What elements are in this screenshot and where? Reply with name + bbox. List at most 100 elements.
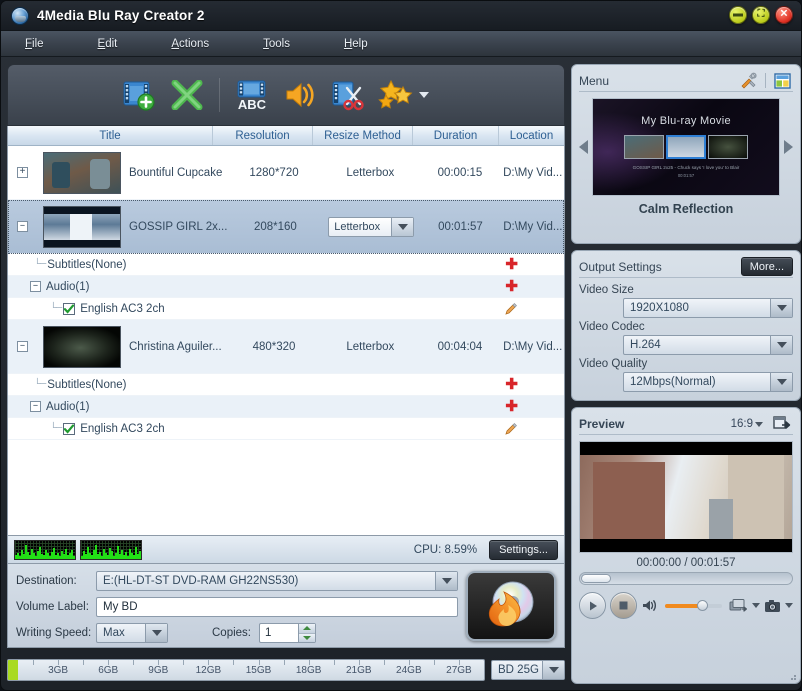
audio-track-button[interactable] [277,72,323,118]
column-location[interactable]: Location [499,126,564,145]
destination-select[interactable]: E:(HL-DT-ST DVD-RAM GH22NS530) [96,571,458,591]
close-button[interactable]: ✕ [775,6,793,24]
red-plus-icon[interactable]: ✚ [505,399,518,414]
red-plus-icon[interactable]: ✚ [505,257,518,272]
row-expander[interactable]: + [17,167,28,178]
video-codec-caret[interactable] [770,336,792,354]
audio-track-checkbox[interactable] [63,303,75,315]
resize-method-select[interactable]: Letterbox [328,217,414,237]
pencil-edit-icon[interactable] [504,422,518,436]
settings-button[interactable]: Settings... [489,540,558,560]
audio-group-expander[interactable]: – [30,401,41,412]
effects-dropdown-caret[interactable] [419,92,429,98]
row-resize-method[interactable]: Letterbox [322,320,418,373]
video-codec-select[interactable]: H.264 [623,335,793,355]
aspect-ratio-value[interactable]: 16:9 [731,418,753,430]
menu-screen-preview[interactable]: My Blu-ray Movie GOSSIP GIRL 2x25 - Chuc… [592,98,780,196]
menu-actions[interactable]: Actions [161,35,219,53]
list-item[interactable]: └─ English AC3 2ch [8,298,564,320]
list-item[interactable]: └─ Subtitles(None) ✚ [8,374,564,396]
volume-label-input[interactable]: My BD [96,597,458,617]
play-button[interactable] [579,592,606,619]
seek-slider[interactable] [579,572,793,585]
speed-copies-row: Writing Speed: Max Copies: 1 [16,623,458,643]
output-settings-panel: Output Settings More... Video Size 1920X… [571,250,801,401]
list-item[interactable]: └─ Subtitles(None) ✚ [8,254,564,276]
maximize-button[interactable]: ⛶ [752,6,770,24]
remove-file-button[interactable] [164,72,210,118]
copies-stepper[interactable]: 1 [259,623,316,643]
pencil-edit-icon[interactable] [504,302,518,316]
row-expander[interactable]: – [17,221,28,232]
camera-icon[interactable] [764,597,781,615]
arrow-right-icon[interactable] [784,140,793,154]
row-resize-method[interactable]: Letterbox [322,146,418,199]
video-size-select[interactable]: 1920X1080 [623,298,793,318]
menu-help[interactable]: Help [334,35,378,53]
list-item[interactable]: – Audio(1) ✚ [8,276,564,298]
copies-increment[interactable] [299,624,315,634]
wrench-screwdriver-icon[interactable] [738,72,760,90]
disc-type-caret[interactable] [542,661,564,679]
export-window-icon[interactable] [771,415,793,433]
effects-button[interactable] [373,72,419,118]
menu-tools[interactable]: Tools [253,35,300,53]
red-plus-icon[interactable]: ✚ [505,377,518,392]
writing-speed-label: Writing Speed: [16,627,96,639]
more-settings-button[interactable]: More... [741,257,793,276]
writing-speed-select[interactable]: Max [96,623,168,643]
writing-speed-caret[interactable] [145,624,167,642]
aspect-ratio-caret[interactable] [755,422,763,427]
menu-thumb-3[interactable] [708,135,748,159]
row-location: D:\My Vid... [501,320,564,373]
video-quality-select[interactable]: 12Mbps(Normal) [623,372,793,392]
minimize-button[interactable]: ▬ [729,6,747,24]
column-resolution[interactable]: Resolution [213,126,313,145]
stop-button[interactable] [610,592,637,619]
volume-icon[interactable] [641,597,658,615]
volume-handle[interactable] [697,600,708,611]
menu-edit[interactable]: Edit [88,35,128,53]
table-row[interactable]: – GOSSIP GIRL 2x... 208*160 Letterbox [8,200,564,254]
frame-capture-caret[interactable] [752,603,760,608]
add-file-button[interactable] [116,72,162,118]
template-layout-icon[interactable] [771,72,793,90]
seek-handle[interactable] [581,574,611,583]
red-plus-icon[interactable]: ✚ [505,279,518,294]
row-expander[interactable]: – [17,341,28,352]
table-row[interactable]: + Bountiful Cupcake 1280*720 Letterbox 0… [8,146,564,200]
copies-decrement[interactable] [299,634,315,643]
burn-button[interactable] [466,571,556,641]
video-quality-caret[interactable] [770,373,792,391]
menu-file[interactable]: File [15,35,54,53]
column-title[interactable]: Title [8,126,213,145]
menu-thumb-2[interactable] [666,135,706,159]
preview-video[interactable] [579,441,793,553]
resize-method-caret[interactable] [391,218,413,236]
audio-spectrum-right [80,540,142,560]
copies-value[interactable]: 1 [260,624,298,642]
audio-group-label: Audio(1) [46,281,89,293]
table-row[interactable]: – Christina Aguiler... 480*320 Letterbox… [8,320,564,374]
audio-track-checkbox[interactable] [63,423,75,435]
clip-button[interactable] [325,72,371,118]
list-item[interactable]: – Audio(1) ✚ [8,396,564,418]
destination-row: Destination: E:(HL-DT-ST DVD-RAM GH22NS5… [16,571,458,591]
video-codec-value: H.264 [624,339,770,351]
row-title-cell: Bountiful Cupcake [28,146,226,199]
arrow-left-icon[interactable] [579,140,588,154]
video-size-caret[interactable] [770,299,792,317]
column-resize-method[interactable]: Resize Method [313,126,413,145]
resize-grip[interactable] [787,671,797,681]
subtitle-button[interactable]: ABC [229,72,275,118]
frame-capture-icon[interactable] [729,597,748,615]
list-item[interactable]: └─ English AC3 2ch [8,418,564,440]
menu-thumb-1[interactable] [624,135,664,159]
volume-slider[interactable] [665,604,721,608]
audio-group-expander[interactable]: – [30,281,41,292]
destination-caret[interactable] [435,572,457,590]
camera-caret[interactable] [785,603,793,608]
column-duration[interactable]: Duration [413,126,499,145]
disc-capacity-bar[interactable]: 3GB6GB9GB12GB15GB18GB21GB24GB27GB [7,659,485,681]
disc-type-select[interactable]: BD 25G [491,660,565,680]
